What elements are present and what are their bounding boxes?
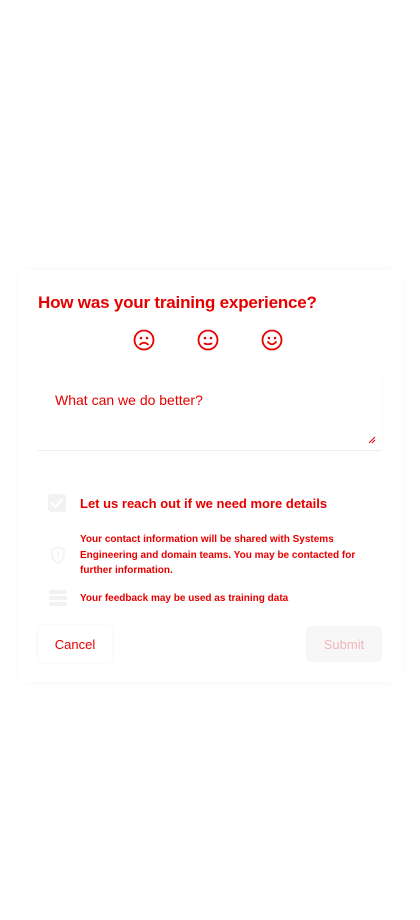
cancel-button[interactable]: Cancel — [38, 626, 112, 662]
contact-consent-row: Let us reach out if we need more details — [48, 494, 327, 512]
list-icon — [48, 588, 68, 608]
resize-grip-icon[interactable] — [368, 436, 376, 444]
shield-icon — [48, 545, 68, 565]
happy-face-icon[interactable] — [260, 328, 284, 352]
feedback-dialog: How was your training experience? What c… — [18, 270, 402, 682]
neutral-face-icon[interactable] — [196, 328, 220, 352]
privacy-note: Your contact information will be shared … — [80, 534, 356, 576]
dialog-title: How was your training experience? — [38, 293, 317, 312]
feedback-usage-row: Your feedback may be used as training da… — [48, 588, 288, 608]
contact-checkbox[interactable] — [48, 494, 66, 512]
submit-button[interactable]: Submit — [306, 626, 382, 662]
checkmark-icon — [50, 498, 64, 509]
feedback-usage-note: Your feedback may be used as training da… — [80, 592, 289, 604]
contact-checkbox-label: Let us reach out if we need more details — [80, 495, 328, 511]
sad-face-icon[interactable] — [132, 328, 156, 352]
page: How was your training experience? What c… — [0, 0, 420, 920]
feedback-textarea-container — [38, 374, 382, 451]
feedback-textarea[interactable] — [38, 374, 382, 450]
rating-group — [132, 328, 284, 352]
privacy-note-row: Your contact information will be shared … — [48, 532, 370, 579]
